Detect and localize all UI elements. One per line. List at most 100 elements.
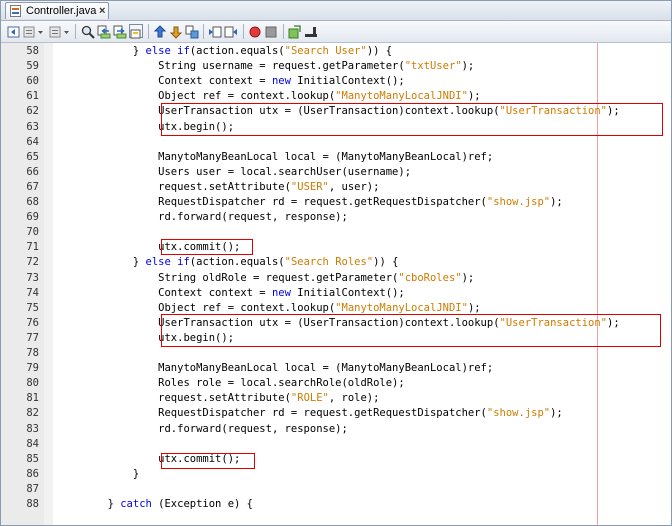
java-file-icon — [10, 5, 21, 17]
forward-dropdown-icon[interactable] — [63, 24, 71, 38]
code-line[interactable]: 60 Context context = new InitialContext(… — [1, 74, 671, 89]
line-number: 63 — [26, 120, 39, 133]
code-line[interactable]: 88 } catch (Exception e) { — [1, 497, 671, 512]
tab-controller-java[interactable]: Controller.java × — [5, 2, 109, 19]
code-string: "USER" — [290, 180, 329, 193]
code-keyword: new — [271, 286, 291, 299]
code-line[interactable]: 87 — [1, 482, 671, 497]
highlight-box-lookup-begin — [161, 314, 661, 347]
code-string: "show.jsp" — [486, 407, 551, 420]
code-text: Context context = new InitialContext(); — [57, 74, 405, 89]
code-line[interactable]: 70 — [1, 225, 671, 240]
code-line[interactable]: 84 — [1, 437, 671, 452]
code-line[interactable]: 71 utx.commit(); — [1, 240, 671, 255]
code-line[interactable]: 74 Context context = new InitialContext(… — [1, 286, 671, 301]
code-line[interactable]: 85 utx.commit(); — [1, 452, 671, 467]
code-line[interactable]: 72 } else if(action.equals("Search Roles… — [1, 255, 671, 270]
code-line[interactable]: 64 — [1, 135, 671, 150]
toggle-highlight-icon[interactable] — [129, 24, 143, 39]
stop-macro-icon[interactable] — [264, 24, 278, 38]
line-number: 67 — [26, 180, 39, 193]
shift-left-icon[interactable] — [208, 24, 222, 38]
prev-bookmark-icon[interactable] — [153, 24, 167, 38]
toggle-bookmark-icon[interactable] — [185, 24, 199, 39]
code-line[interactable]: 69 rd.forward(request, response); — [1, 210, 671, 225]
back-icon[interactable] — [7, 24, 21, 38]
code-token: ); — [467, 90, 481, 103]
toolbar-separator — [75, 24, 76, 39]
code-token: rd.forward(request, response); — [158, 211, 348, 224]
code-string: "Search Roles" — [284, 256, 374, 269]
code-line[interactable]: 80 Roles role = local.searchRole(oldRole… — [1, 376, 671, 391]
code-line[interactable]: 59 String username = request.getParamete… — [1, 59, 671, 74]
line-number: 66 — [26, 165, 39, 178]
code-token: (action.equals( — [189, 256, 285, 269]
code-line[interactable]: 58 } else if(action.equals("Search User"… — [1, 44, 671, 59]
code-line[interactable]: 81 request.setAttribute("ROLE", role); — [1, 391, 671, 406]
diff-icon[interactable] — [288, 24, 302, 39]
code-token: request.setAttribute( — [158, 180, 291, 193]
code-token: ); — [550, 407, 563, 420]
code-text: String username = request.getParameter("… — [57, 59, 474, 74]
code-token: rd.forward(request, response); — [158, 422, 348, 435]
code-line[interactable]: 65 ManytoManyBeanLocal local = (ManytoMa… — [1, 150, 671, 165]
forward-icon[interactable] — [49, 24, 63, 38]
code-string: "ManytoManyLocalJNDI" — [335, 301, 468, 314]
code-text: rd.forward(request, response); — [57, 210, 348, 225]
code-token: Object ref = context.lookup( — [158, 90, 336, 103]
record-macro-icon[interactable] — [248, 24, 262, 38]
code-text: rd.forward(request, response); — [57, 422, 348, 437]
code-text: RequestDispatcher rd = request.getReques… — [57, 406, 563, 421]
code-line[interactable]: 66 Users user = local.searchUser(usernam… — [1, 165, 671, 180]
line-number: 81 — [26, 392, 39, 405]
code-line[interactable]: 73 String oldRole = request.getParameter… — [1, 271, 671, 286]
find-icon[interactable] — [81, 24, 95, 39]
code-line[interactable]: 67 request.setAttribute("USER", user); — [1, 180, 671, 195]
code-text: request.setAttribute("ROLE", role); — [57, 391, 379, 406]
line-number: 80 — [26, 377, 39, 390]
history-dropdown-icon[interactable] — [37, 24, 45, 38]
code-token: request.setAttribute( — [158, 392, 291, 405]
code-line[interactable]: 86 } — [1, 467, 671, 482]
line-number: 68 — [26, 196, 39, 208]
code-line[interactable]: 78 — [1, 346, 671, 361]
code-keyword: catch — [120, 498, 152, 510]
code-line[interactable]: 82 RequestDispatcher rd = request.getReq… — [1, 406, 671, 421]
line-number: 78 — [26, 347, 39, 359]
history-icon[interactable] — [23, 24, 37, 38]
code-keyword: new — [271, 75, 291, 88]
code-text: Users user = local.searchUser(username); — [57, 165, 411, 180]
shift-right-icon[interactable] — [224, 24, 238, 38]
highlight-box-commit — [161, 239, 253, 255]
find-next-icon[interactable] — [113, 24, 127, 39]
code-token: , role); — [328, 392, 380, 405]
code-line[interactable]: 83 rd.forward(request, response); — [1, 422, 671, 437]
code-token: Object ref = context.lookup( — [158, 301, 336, 314]
code-token: ); — [461, 60, 475, 73]
line-number: 60 — [26, 75, 39, 88]
code-line[interactable]: 68 RequestDispatcher rd = request.getReq… — [1, 195, 671, 210]
close-icon[interactable]: × — [99, 5, 105, 17]
code-editor[interactable]: 58 } else if(action.equals("Search User"… — [1, 43, 671, 525]
line-number: 77 — [26, 331, 39, 344]
line-number: 70 — [26, 226, 39, 239]
code-string: "txtUser" — [404, 60, 462, 73]
find-prev-icon[interactable] — [97, 24, 111, 39]
next-bookmark-icon[interactable] — [169, 24, 183, 39]
code-token: , user); — [328, 180, 380, 193]
code-text: Context context = new InitialContext(); — [57, 286, 405, 301]
code-line[interactable]: 79 ManytoManyBeanLocal local = (ManytoMa… — [1, 361, 671, 376]
comment-icon[interactable] — [304, 24, 318, 38]
